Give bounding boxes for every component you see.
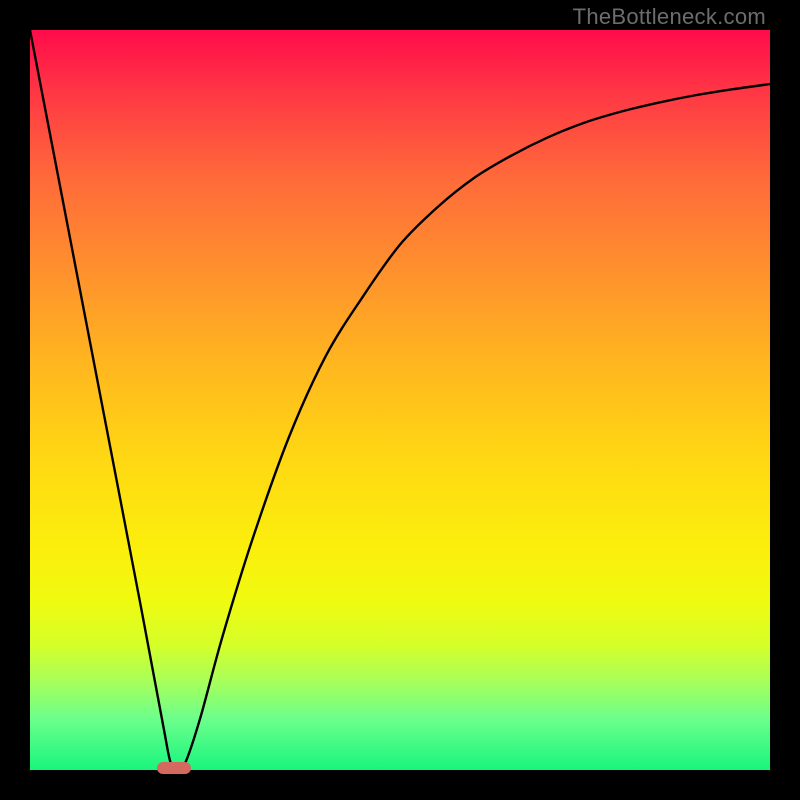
optimal-marker [157, 762, 191, 774]
bottleneck-curve [30, 30, 770, 770]
watermark-text: TheBottleneck.com [573, 4, 766, 30]
chart-plot-area [30, 30, 770, 770]
